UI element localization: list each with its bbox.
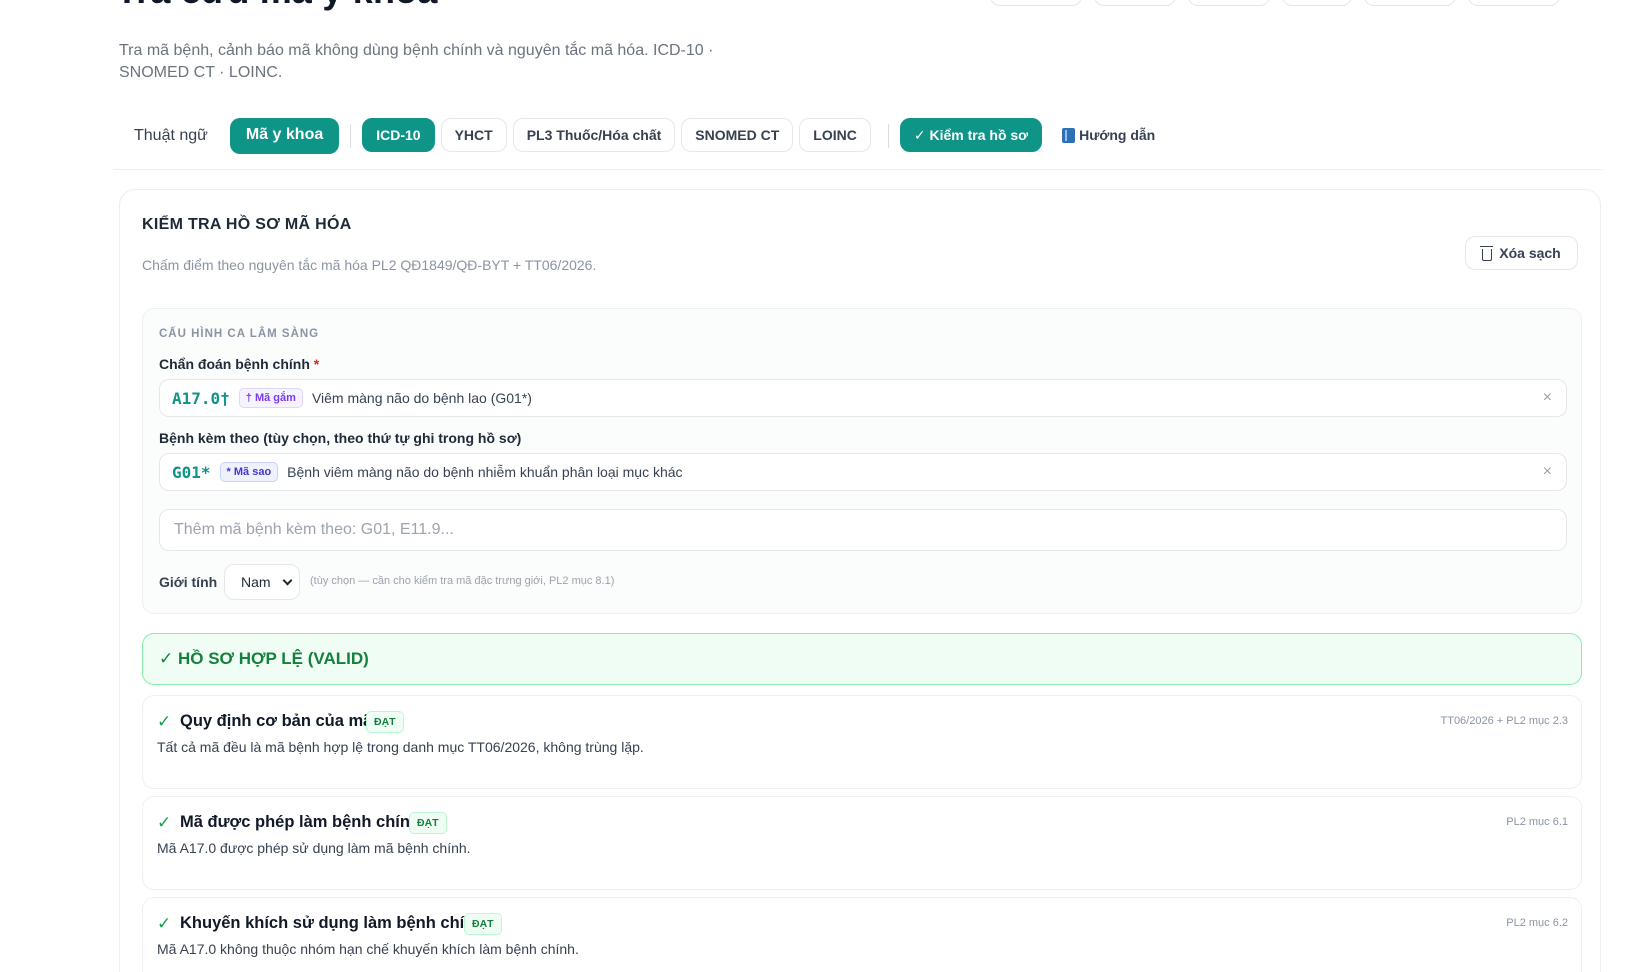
chip-icd10[interactable]: ICD-10 [362,118,435,152]
pass-badge: ĐẠT [366,711,404,733]
top-action-button[interactable] [1468,0,1560,6]
clinical-config-panel: CẤU HÌNH CA LÂM SÀNG Chẩn đoán bệnh chín… [142,308,1582,614]
pass-badge: ĐẠT [464,913,502,935]
required-mark: * [313,356,320,372]
top-action-button[interactable] [1188,0,1270,6]
rule-card: ✓ Quy định cơ bản của mã ĐẠT TT06/2026 +… [142,695,1582,789]
record-check-card: KIỂM TRA HỒ SƠ MÃ HÓA Chấm điểm theo ngu… [119,189,1601,972]
rule-card: ✓ Mã được phép làm bệnh chính ĐẠT PL2 mụ… [142,796,1582,890]
rule-description: Mã A17.0 được phép sử dụng làm mã bệnh c… [157,840,471,856]
rule-reference: PL2 mục 6.2 [1506,917,1568,929]
dagger-code-badge: † Mã gắm [238,388,303,408]
rule-description: Tất cả mã đều là mã bệnh hợp lệ trong da… [157,739,644,755]
rule-title: Mã được phép làm bệnh chính [180,813,421,831]
rule-card: ✓ Khuyến khích sử dụng làm bệnh chính ĐẠ… [142,897,1582,972]
chip-snomed[interactable]: SNOMED CT [681,118,794,152]
clear-all-label: Xóa sạch [1499,245,1561,261]
valid-status-banner: ✓ HỒ SƠ HỢP LỆ (VALID) [142,633,1582,685]
tab-thuat-ngu[interactable]: Thuật ngữ [118,118,224,154]
remove-primary-icon[interactable]: × [1543,389,1552,407]
secondary-diagnosis-row[interactable]: G01* * Mã sao Bệnh viêm màng não do bệnh… [159,453,1567,491]
page-title: Tra cứu mã y khoa [116,0,438,12]
primary-code: A17.0† [172,388,230,408]
top-action-button[interactable] [1282,0,1352,6]
check-icon: ✓ [157,914,172,933]
gender-hint: (tùy chọn — cần cho kiểm tra mã đặc trưn… [310,575,615,587]
top-action-button[interactable] [1364,0,1456,6]
check-icon: ✓ [157,712,172,731]
rule-reference: PL2 mục 6.1 [1506,816,1568,828]
chip-kiem-tra-ho-so[interactable]: ✓ Kiểm tra hồ sơ [899,118,1043,152]
remove-secondary-icon[interactable]: × [1543,463,1552,481]
gender-value: Nam [241,574,271,590]
chip-loinc[interactable]: LOINC [799,118,871,152]
rule-reference: TT06/2026 + PL2 mục 2.3 [1440,715,1569,727]
primary-diagnosis-row[interactable]: A17.0† † Mã gắm Viêm màng não do bệnh la… [159,379,1567,417]
gender-label: Giới tính [159,574,218,590]
config-heading: CẤU HÌNH CA LÂM SÀNG [159,328,320,340]
chip-yhct[interactable]: YHCT [440,118,507,152]
clear-all-button[interactable]: Xóa sạch [1465,236,1578,270]
card-subtitle: Chấm điểm theo nguyên tắc mã hóa PL2 QĐ1… [142,257,597,273]
tab-ma-y-khoa[interactable]: Mã y khoa [229,118,340,154]
top-action-button[interactable] [990,0,1082,6]
gender-select[interactable]: Nam [224,564,300,600]
secondary-diagnosis-label: Bệnh kèm theo (tùy chọn, theo thứ tự ghi… [159,430,522,446]
check-icon: ✓ [157,813,172,832]
secondary-code: G01* [172,462,211,482]
page-subtitle: Tra mã bệnh, cảnh báo mã không dùng bệnh… [119,42,714,81]
guide-label: Hướng dẫn [1079,127,1156,143]
tab-bar: Thuật ngữ Mã y khoa ICD-10 YHCT PL3 Thuố… [113,118,1603,170]
chip-pl3[interactable]: PL3 Thuốc/Hóa chất [512,118,676,152]
tab-divider [887,124,889,148]
rule-title: Khuyến khích sử dụng làm bệnh chính [180,914,485,932]
trash-icon [1480,245,1494,261]
rule-title: Quy định cơ bản của mã [180,712,373,730]
rule-description: Mã A17.0 không thuộc nhóm hạn chế khuyến… [157,941,579,957]
tab-divider [350,124,352,148]
secondary-code-description: Bệnh viêm màng não do bệnh nhiễm khuẩn p… [287,464,683,480]
guide-link[interactable]: Hướng dẫn [1052,118,1155,152]
chevron-down-icon [282,575,293,586]
add-secondary-input[interactable] [159,509,1567,551]
primary-code-description: Viêm màng não do bệnh lao (G01*) [311,390,532,406]
primary-diagnosis-label-text: Chẩn đoán bệnh chính [159,356,310,372]
star-code-badge: * Mã sao [219,462,279,482]
pass-badge: ĐẠT [409,812,447,834]
top-action-button[interactable] [1094,0,1176,6]
top-actions [990,0,1560,6]
card-title: KIỂM TRA HỒ SƠ MÃ HÓA [142,216,352,233]
primary-diagnosis-label: Chẩn đoán bệnh chính * [159,356,319,372]
book-icon [1062,127,1076,143]
